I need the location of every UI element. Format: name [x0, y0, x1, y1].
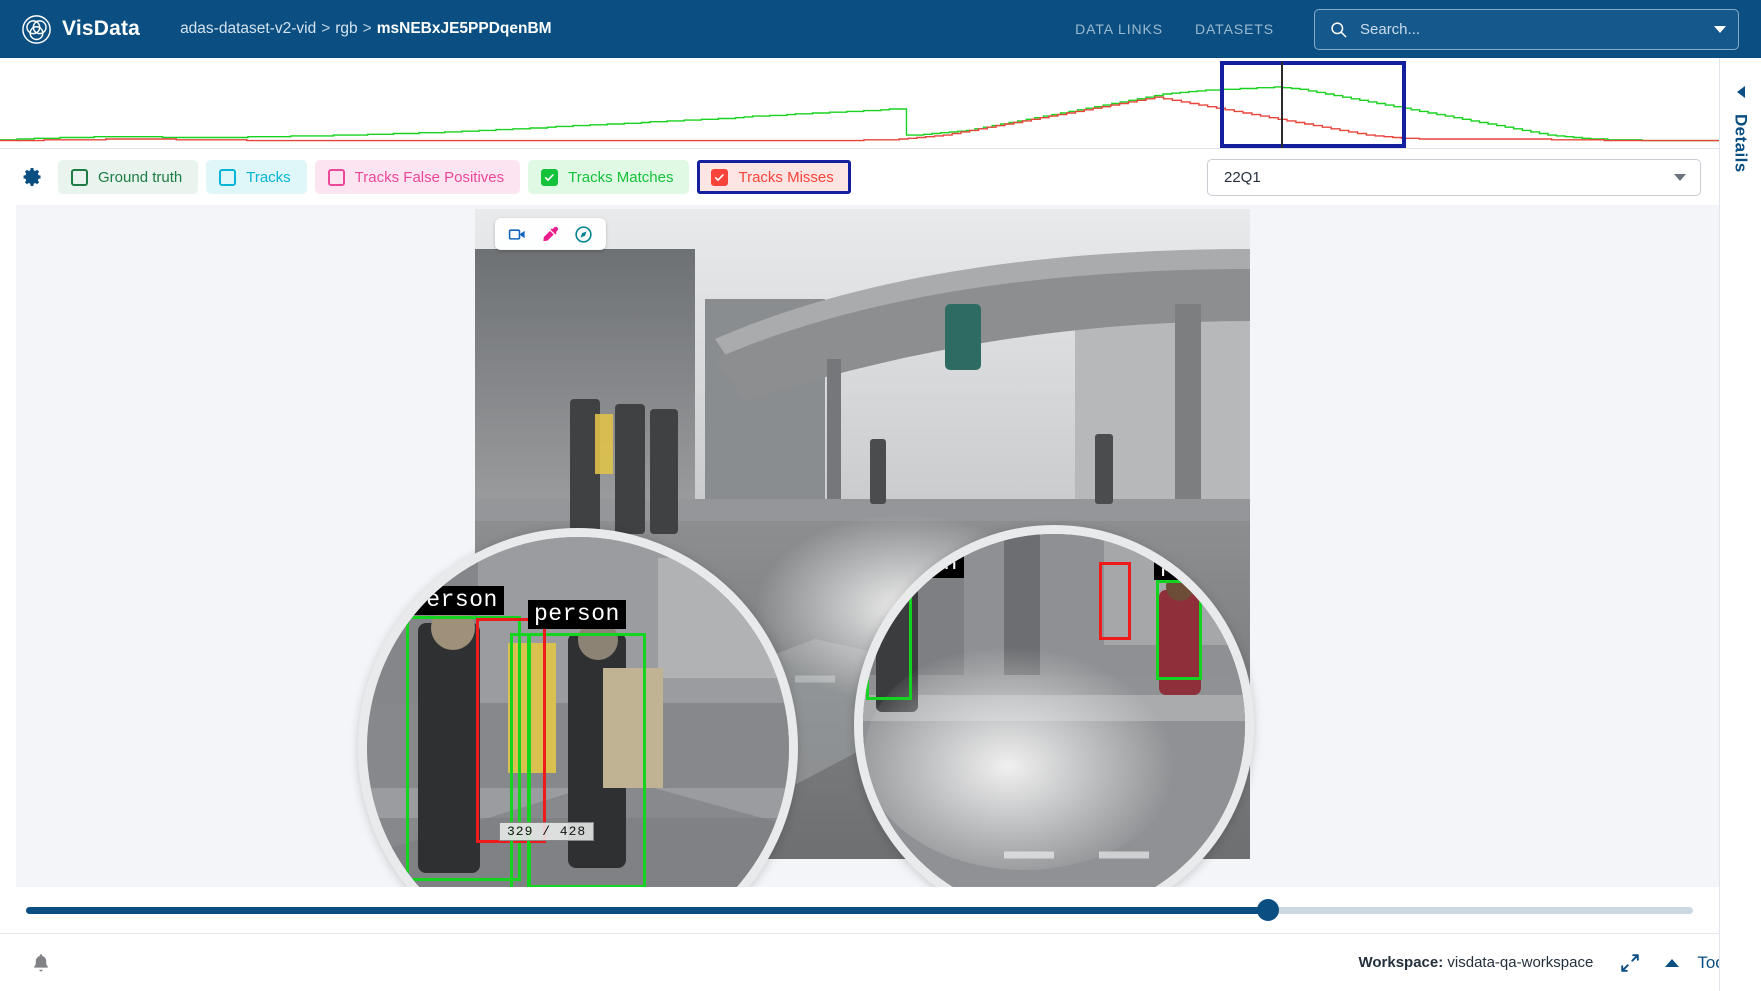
details-panel-toggle[interactable]: Details	[1719, 58, 1761, 991]
timeline-series-misses	[0, 97, 1719, 140]
breadcrumb-separator: >	[321, 20, 331, 37]
bell-icon[interactable]	[30, 952, 52, 974]
frame-scrubber-thumb[interactable]	[1256, 899, 1279, 921]
gear-icon[interactable]	[20, 165, 44, 189]
compass-icon[interactable]	[574, 225, 593, 244]
bbox-match-person-3[interactable]	[510, 633, 530, 887]
brand-name: VisData	[62, 17, 141, 40]
frame-counter: 329 / 428	[499, 822, 595, 841]
search-input[interactable]	[1360, 20, 1702, 38]
expand-arrows-icon[interactable]	[1619, 952, 1641, 974]
workspace-label: Workspace:	[1358, 954, 1444, 971]
filter-chip-tracks-false-positives-label: Tracks False Positives	[354, 168, 505, 186]
timeline-overview[interactable]	[0, 58, 1719, 149]
app-footer: Workspace: visdata-qa-workspace Tools	[0, 933, 1761, 991]
bbox-match-person-4[interactable]	[1156, 580, 1202, 680]
venn-circles-icon	[22, 14, 51, 44]
bbox-miss-person-2[interactable]	[1099, 562, 1131, 640]
filter-chip-ground-truth-label: Ground truth	[98, 168, 183, 186]
search-box[interactable]	[1314, 8, 1739, 50]
filter-chip-tracks-label: Tracks	[246, 168, 291, 186]
filter-toolbar: Ground truth Tracks Tracks False Positives…	[0, 149, 1719, 205]
filter-chip-tracks-misses[interactable]: Tracks Misses	[697, 160, 851, 194]
magnifier-right-content: person person	[863, 534, 1245, 887]
checkbox-icon[interactable]	[71, 168, 88, 186]
video-camera-icon[interactable]	[508, 225, 527, 244]
quarter-select[interactable]: 22Q1	[1207, 159, 1701, 196]
chevron-left-icon	[1736, 86, 1745, 98]
chevron-down-icon[interactable]	[1714, 25, 1726, 33]
breadcrumb-separator: >	[362, 20, 372, 37]
video-tool-palette	[495, 218, 606, 250]
app-header: VisData adas-dataset-v2-vid > rgb > msNE…	[0, 0, 1761, 58]
checkbox-checked-icon[interactable]	[541, 168, 559, 186]
nav-data-links[interactable]: DATA LINKS	[1075, 21, 1163, 37]
annotation-label-person-1: person	[406, 586, 504, 615]
chevron-up-icon[interactable]	[1665, 958, 1680, 967]
filter-chip-tracks-false-positives[interactable]: Tracks False Positives	[314, 160, 521, 194]
application-root: VisData adas-dataset-v2-vid > rgb > msNE…	[0, 0, 1761, 991]
breadcrumb-item-dataset[interactable]: adas-dataset-v2-vid	[180, 20, 316, 38]
filter-chip-tracks-misses-label: Tracks Misses	[738, 168, 834, 186]
frame-scrubber-track[interactable]	[26, 899, 1693, 921]
timeline-series-matches	[0, 87, 1719, 141]
breadcrumb-item-rgb[interactable]: rgb	[335, 20, 357, 38]
filter-chip-ground-truth[interactable]: Ground truth	[58, 160, 199, 194]
workspace-value: visdata-qa-workspace	[1447, 954, 1594, 971]
search-icon	[1331, 21, 1347, 37]
breadcrumb-item-current: msNEBxJE5PPDqenBM	[376, 20, 552, 37]
timeline-chart[interactable]	[0, 58, 1719, 149]
breadcrumb: adas-dataset-v2-vid > rgb > msNEBxJE5PPD…	[180, 20, 552, 38]
filter-chip-tracks-matches-label: Tracks Matches	[568, 168, 674, 186]
scrubber-bar	[0, 887, 1719, 933]
nav-datasets[interactable]: DATASETS	[1195, 21, 1274, 37]
timeline-playhead[interactable]	[1280, 62, 1283, 148]
workspace-status: Workspace: visdata-qa-workspace	[1358, 954, 1593, 971]
filter-chip-list: Ground truth Tracks Tracks False Positives…	[58, 160, 851, 194]
filter-chip-tracks-matches[interactable]: Tracks Matches	[528, 160, 690, 194]
quarter-select-value: 22Q1	[1224, 169, 1261, 186]
checkbox-icon[interactable]	[219, 168, 237, 186]
timeline-selection-box[interactable]	[1220, 61, 1407, 148]
annotation-label-person-3: person	[866, 549, 964, 578]
details-panel-label: Details	[1731, 114, 1751, 173]
filter-chip-tracks[interactable]: Tracks	[206, 160, 307, 194]
magnifier-right[interactable]: person person	[854, 525, 1254, 887]
bbox-match-person-3b[interactable]	[866, 580, 912, 700]
frame-scrubber-fill	[26, 906, 1268, 914]
brand[interactable]: VisData	[22, 14, 141, 44]
eyedropper-icon[interactable]	[541, 225, 560, 244]
annotation-label-person-4: person	[1154, 551, 1245, 580]
checkbox-icon[interactable]	[327, 168, 345, 186]
checkbox-checked-icon[interactable]	[711, 168, 729, 186]
chevron-down-icon	[1674, 174, 1686, 181]
annotation-label-person-2: person	[528, 600, 626, 629]
header-nav: DATA LINKS DATASETS	[1075, 21, 1274, 37]
media-viewer[interactable]: 329 / 428 person person person person	[16, 205, 1719, 887]
